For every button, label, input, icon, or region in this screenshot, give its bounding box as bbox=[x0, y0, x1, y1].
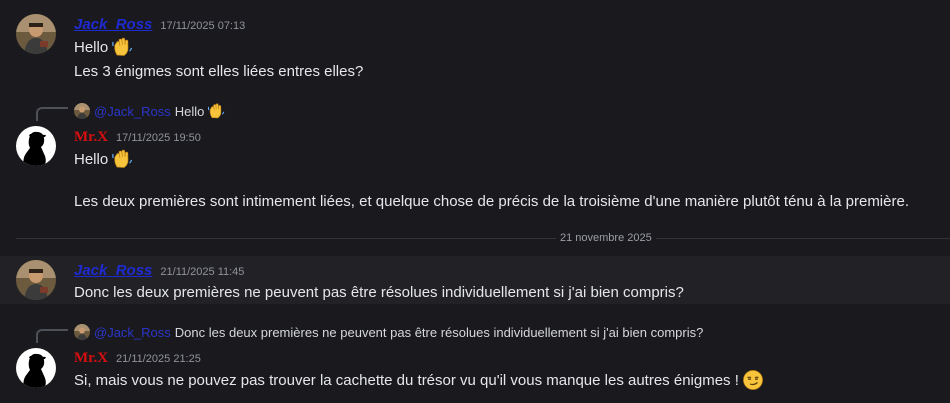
reply-text: Donc les deux premières ne peuvent pas ê… bbox=[174, 324, 704, 340]
message-mrx-2: @Jack_Ross Donc les deux premières ne pe… bbox=[0, 318, 950, 403]
reply-mention[interactable]: @Jack_Ross bbox=[94, 325, 171, 340]
message-text: Hello bbox=[74, 150, 109, 168]
waving-hand-emoji bbox=[207, 102, 225, 120]
message-jack-2: Jack_Ross 21/11/2025 11:45 Donc les deux… bbox=[0, 256, 950, 304]
reply-avatar-jack bbox=[74, 103, 90, 119]
reply-avatar-jack bbox=[74, 324, 90, 340]
username[interactable]: Mr.X bbox=[74, 350, 108, 367]
message-text: Hello bbox=[74, 38, 109, 56]
timestamp: 17/11/2025 07:13 bbox=[160, 20, 246, 32]
avatar-jack[interactable] bbox=[16, 14, 56, 54]
reply-connector bbox=[36, 329, 68, 343]
timestamp: 21/11/2025 11:45 bbox=[160, 266, 245, 278]
smirking-face-emoji bbox=[742, 369, 764, 391]
avatar-jack[interactable] bbox=[16, 260, 56, 300]
reply-mention[interactable]: @Jack_Ross bbox=[94, 104, 171, 119]
reply-reference[interactable]: @Jack_Ross Hello bbox=[74, 102, 225, 120]
message-text: Si, mais vous ne pouvez pas trouver la c… bbox=[74, 371, 739, 389]
username[interactable]: Jack_Ross bbox=[74, 16, 152, 33]
message-line: Hello bbox=[74, 36, 133, 58]
message-line: Les deux premières sont intimement liées… bbox=[74, 193, 909, 210]
chat-log: Jack_Ross 17/11/2025 07:13 Hello Les 3 é… bbox=[0, 0, 950, 403]
message-text: Donc les deux premières ne peuvent pas ê… bbox=[74, 284, 684, 301]
reply-connector bbox=[36, 107, 68, 121]
message-mrx-1: @Jack_Ross Hello Mr.X 17/11/2025 19:50 H… bbox=[0, 96, 950, 226]
message-jack-1: Jack_Ross 17/11/2025 07:13 Hello Les 3 é… bbox=[0, 0, 950, 90]
message-line: Donc les deux premières ne peuvent pas ê… bbox=[74, 284, 684, 301]
waving-hand-emoji bbox=[111, 36, 133, 58]
waving-hand-emoji bbox=[111, 148, 133, 170]
reply-reference[interactable]: @Jack_Ross Donc les deux premières ne pe… bbox=[74, 324, 703, 340]
date-divider bbox=[16, 238, 950, 239]
timestamp: 17/11/2025 19:50 bbox=[116, 132, 201, 144]
avatar-mrx[interactable] bbox=[16, 348, 56, 388]
username[interactable]: Jack_Ross bbox=[74, 262, 152, 279]
timestamp: 21/11/2025 21:25 bbox=[116, 353, 201, 365]
avatar-mrx[interactable] bbox=[16, 126, 56, 166]
date-divider-label: 21 novembre 2025 bbox=[556, 232, 656, 244]
message-text: Les 3 énigmes sont elles liées entres el… bbox=[74, 63, 364, 80]
message-line: Hello bbox=[74, 148, 133, 170]
message-line: Si, mais vous ne pouvez pas trouver la c… bbox=[74, 369, 764, 391]
username[interactable]: Mr.X bbox=[74, 129, 108, 146]
reply-text: Hello bbox=[175, 102, 226, 120]
message-text: Les deux premières sont intimement liées… bbox=[74, 193, 909, 210]
reply-text-content: Hello bbox=[174, 103, 205, 119]
message-line: Les 3 énigmes sont elles liées entres el… bbox=[74, 63, 363, 80]
